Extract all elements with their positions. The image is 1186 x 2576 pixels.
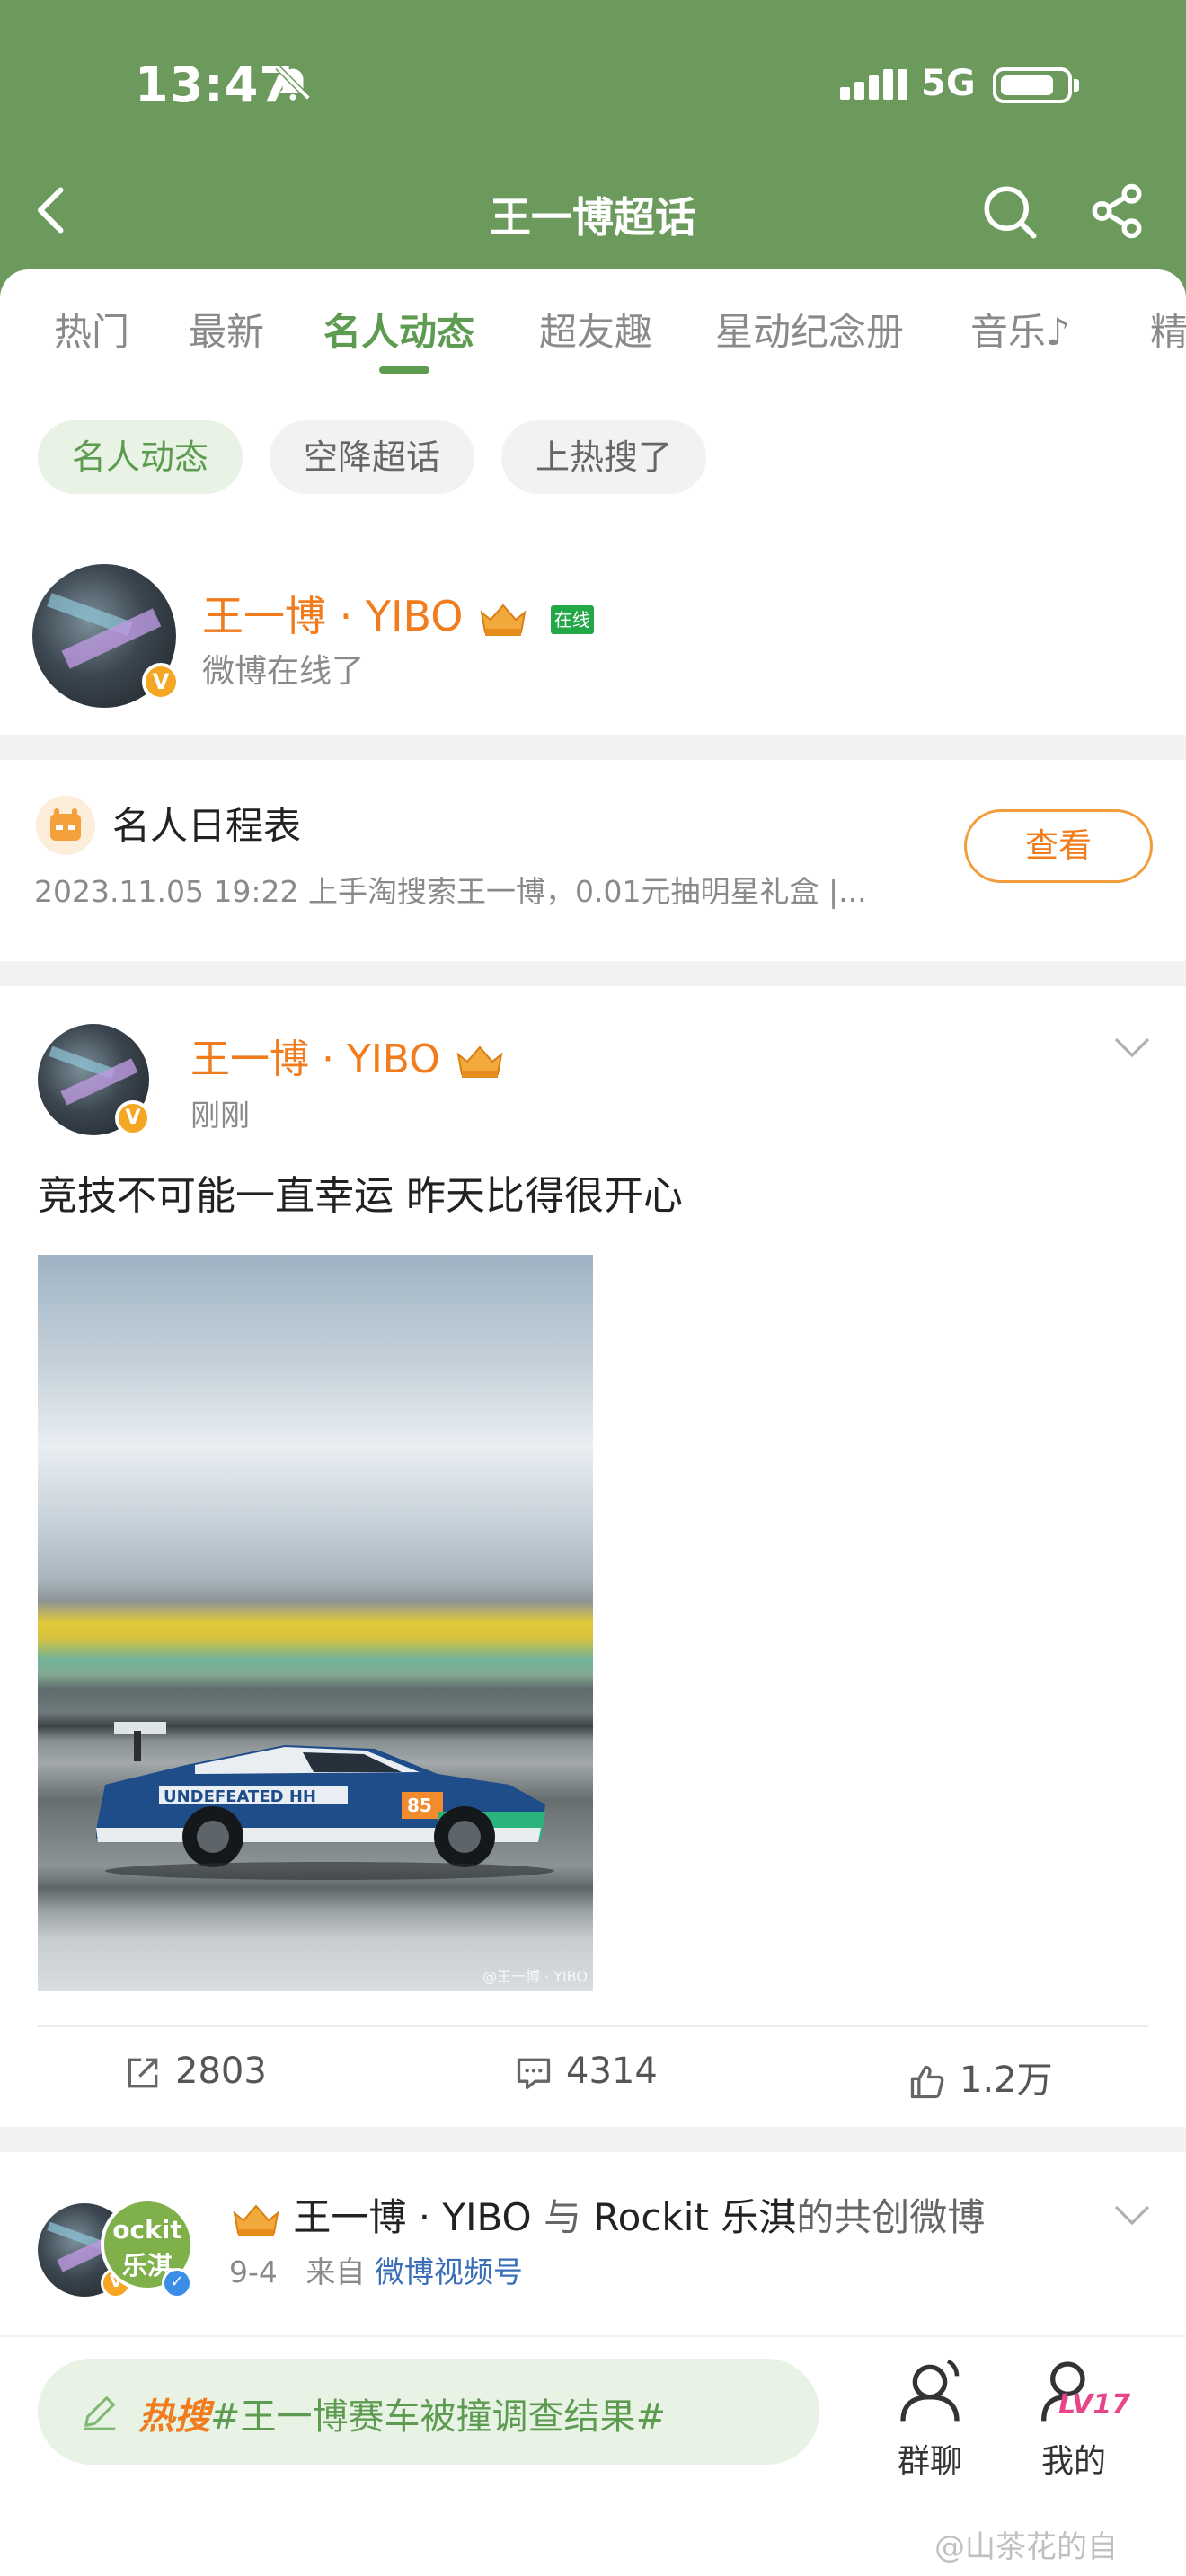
tab-celebrity-updates[interactable]: 名人动态 — [323, 302, 474, 357]
status-bar: 13:47 5G — [0, 49, 1186, 121]
tab-music[interactable]: 音乐♪ — [970, 302, 1070, 357]
svg-text:85: 85 — [407, 1795, 432, 1816]
like-icon — [910, 2065, 944, 2099]
post2-source-prefix: 来自 — [305, 2254, 366, 2289]
race-car-image: UNDEFEATED HH 85 — [96, 1722, 554, 1880]
section-divider — [0, 735, 1186, 760]
schedule-subtitle: 2023.11.05 19:22 上手淘搜索王一博，0.01元抽明星礼盒 |..… — [34, 874, 867, 909]
repost-count: 2803 — [175, 2051, 267, 2092]
hot-topic: #王一博赛车被撞调查结果# — [210, 2396, 667, 2438]
view-schedule-button[interactable]: 查看 — [964, 809, 1153, 883]
profile-name-line: 王一博 · YIBO 在线 — [202, 584, 594, 643]
blue-verified-badge-icon: ✓ — [162, 2268, 192, 2298]
hot-search-input[interactable]: 热搜#王一博赛车被撞调查结果# — [38, 2359, 819, 2465]
section-divider — [0, 2127, 1186, 2152]
tab-latest[interactable]: 最新 — [189, 302, 264, 357]
like-count: 1.2万 — [960, 2060, 1053, 2101]
verified-badge-icon: V — [142, 663, 180, 701]
post-author[interactable]: 王一博 · YIBO — [190, 1037, 440, 1082]
post2-suffix: 的共创微博 — [796, 2195, 986, 2239]
battery-icon — [993, 67, 1079, 103]
section-divider — [0, 961, 1186, 986]
pencil-icon — [84, 2396, 116, 2430]
share-icon[interactable] — [1087, 181, 1146, 241]
post-text: 竞技不可能一直幸运 昨天比得很开心 — [38, 1173, 683, 1219]
network-type: 5G — [921, 63, 976, 104]
co-created-post: V ockit 乐淇 ✓ 王一博 · YIBO 与 Rockit 乐淇的共创微博 … — [0, 2151, 1186, 2313]
active-tab-indicator — [379, 366, 429, 374]
chip-airdrop[interactable]: 空降超话 — [270, 420, 475, 494]
bell-muted-icon — [275, 65, 311, 101]
chevron-down-icon[interactable] — [1114, 1037, 1150, 1059]
post2-author[interactable]: 王一博 · YIBO — [293, 2195, 531, 2239]
header-bar: 13:47 5G 王一博超话 — [0, 0, 1186, 296]
post2-connector: 与 — [543, 2195, 581, 2239]
post-image[interactable]: UNDEFEATED HH 85 @王一博 · YIBO — [38, 1255, 593, 1991]
group-chat-button[interactable]: 群聊 — [881, 2355, 979, 2482]
post-author-line[interactable]: 王一博 · YIBO — [190, 1027, 505, 1084]
chip-trending[interactable]: 上热搜了 — [501, 420, 707, 494]
search-icon[interactable] — [979, 181, 1039, 241]
weibo-post: V 王一博 · YIBO 刚刚 竞技不可能一直幸运 昨天比得很开心 UNDEFE… — [0, 984, 1186, 2124]
calendar-icon — [36, 796, 95, 855]
level-badge: LV17 — [1058, 2389, 1130, 2421]
crown-icon — [480, 603, 527, 636]
tab-memorial-album[interactable]: 星动纪念册 — [715, 302, 904, 357]
post2-date: 9-4 — [229, 2254, 278, 2289]
profile-subtitle: 微博在线了 — [202, 653, 365, 690]
status-time: 13:47 — [135, 57, 294, 113]
like-button[interactable]: 1.2万 — [907, 2051, 1053, 2103]
signal-icon — [840, 69, 912, 100]
group-chat-icon — [900, 2359, 960, 2422]
post2-coauthor[interactable]: Rockit 乐淇 — [593, 2195, 796, 2239]
post2-meta: 9-4 来自 微博视频号 — [229, 2248, 523, 2291]
repost-button[interactable]: 2803 — [123, 2051, 267, 2093]
mine-label: 我的 — [1040, 2443, 1106, 2480]
crown-icon — [456, 1045, 503, 1078]
hot-search-text: 热搜#王一博赛车被撞调查结果# — [138, 2387, 666, 2439]
tab-fan-fun[interactable]: 超友趣 — [539, 302, 652, 357]
post-actions: 2803 4314 1.2万 — [38, 2025, 1148, 2111]
online-tag: 在线 — [550, 604, 594, 634]
celebrity-profile-row[interactable]: V 王一博 · YIBO 在线 微博在线了 — [0, 557, 1186, 708]
comment-icon — [517, 2058, 551, 2090]
svg-text:UNDEFEATED HH: UNDEFEATED HH — [164, 1787, 316, 1806]
chevron-down-icon[interactable] — [1114, 2205, 1150, 2227]
tab-featured[interactable]: 精 — [1150, 302, 1186, 357]
image-watermark: @王一博 · YIBO — [482, 1968, 588, 1985]
hot-label: 热搜 — [138, 2396, 210, 2438]
schedule-title: 名人日程表 — [112, 804, 302, 848]
filter-chips: 名人动态 空降超话 上热搜了 — [0, 420, 1186, 496]
tab-hot[interactable]: 热门 — [54, 302, 129, 357]
comment-button[interactable]: 4314 — [514, 2051, 658, 2093]
content-sheet: 热门 最新 名人动态 超友趣 星动纪念册 音乐♪ 精 名人动态 空降超话 上热搜… — [0, 269, 1186, 2576]
navigation-bar: 王一博超话 — [0, 171, 1186, 251]
comment-count: 4314 — [566, 2051, 658, 2092]
tab-bar: 热门 最新 名人动态 超友趣 星动纪念册 音乐♪ 精 — [0, 269, 1186, 382]
post-time: 刚刚 — [190, 1098, 250, 1133]
crown-icon — [233, 2203, 279, 2236]
celebrity-schedule-card[interactable]: 名人日程表 2023.11.05 19:22 上手淘搜索王一博，0.01元抽明星… — [0, 760, 1186, 962]
verified-badge-icon: V — [115, 1100, 151, 1136]
chip-celebrity-updates[interactable]: 名人动态 — [38, 420, 243, 494]
group-chat-label: 群聊 — [897, 2443, 962, 2480]
footer-watermark: @山茶花的自 — [934, 2529, 1118, 2565]
profile-name: 王一博 · YIBO — [202, 592, 464, 640]
post2-author-line: 王一博 · YIBO 与 Rockit 乐淇的共创微博 — [229, 2187, 985, 2242]
post2-source-link[interactable]: 微博视频号 — [375, 2254, 523, 2289]
repost-icon — [128, 2058, 158, 2088]
